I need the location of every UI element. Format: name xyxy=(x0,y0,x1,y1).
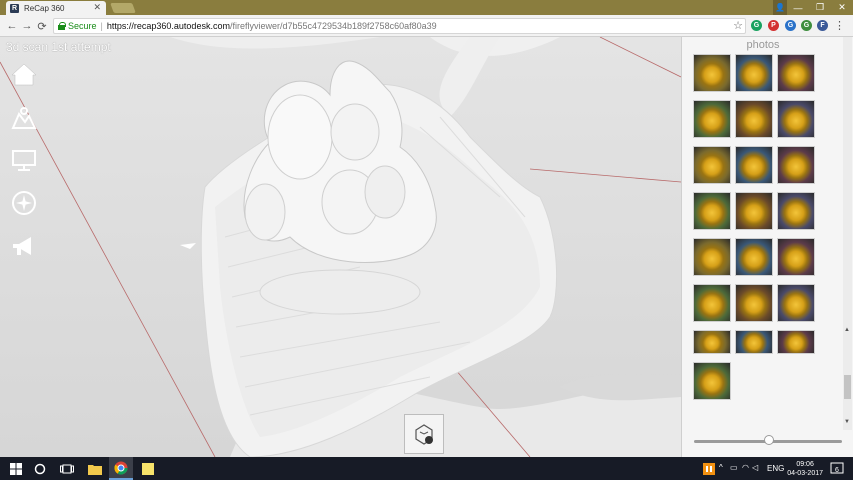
clock-time: 09:06 xyxy=(796,461,814,468)
tab-title: ReCap 360 xyxy=(24,3,65,13)
lock-icon xyxy=(58,22,66,30)
show-hidden-icons-icon[interactable]: ^ xyxy=(719,463,723,472)
facebook-extension-icon[interactable]: F xyxy=(817,20,828,31)
display-icon[interactable] xyxy=(9,145,39,175)
scan-model-scene[interactable] xyxy=(0,37,681,457)
url-host: https://recap360.autodesk.com xyxy=(106,21,230,31)
photo-thumbnail[interactable] xyxy=(735,330,773,354)
windows-taskbar: ^ ▭ ◠ ◁ ENG 09:06 04-03-2017 6 xyxy=(0,457,853,480)
chrome-icon[interactable] xyxy=(109,457,133,480)
home-icon[interactable] xyxy=(9,59,39,89)
3d-viewer[interactable]: 3d scan 1st attempt xyxy=(0,37,681,457)
tab-close-icon[interactable]: ✕ xyxy=(93,2,101,13)
photo-thumbnail[interactable] xyxy=(693,284,731,322)
scan-title: 3d scan 1st attempt xyxy=(6,40,111,54)
notification-count: 6 xyxy=(835,467,839,474)
megaphone-icon[interactable] xyxy=(9,231,39,261)
forward-icon[interactable]: → xyxy=(20,19,34,33)
secure-label: Secure xyxy=(68,21,97,31)
compass-icon[interactable] xyxy=(9,188,39,218)
restore-button[interactable]: ❐ xyxy=(809,0,831,15)
browser-menu-icon[interactable]: ⋮ xyxy=(834,19,845,32)
photo-thumbnail[interactable] xyxy=(735,192,773,230)
url-path: /fireflyviewer/d7b55c4729534b189f2758c60… xyxy=(229,21,437,31)
photo-thumbnail[interactable] xyxy=(735,146,773,184)
battery-icon[interactable]: ▭ xyxy=(730,463,738,472)
scroll-up-arrow-icon[interactable]: ▲ xyxy=(844,327,850,333)
task-view-icon[interactable] xyxy=(55,457,79,480)
address-bar[interactable]: Secure | https://recap360.autodesk.com /… xyxy=(53,18,746,34)
new-tab-button[interactable] xyxy=(110,3,136,13)
address-separator: | xyxy=(100,21,103,31)
browser-toolbar: ← → ⟳ Secure | https://recap360.autodesk… xyxy=(0,15,853,37)
photo-thumbnail[interactable] xyxy=(693,362,731,400)
photo-thumbnail[interactable] xyxy=(777,238,815,276)
photos-panel: photos ▲ ▼ xyxy=(681,37,853,457)
pinterest-extension-icon[interactable]: P xyxy=(768,20,779,31)
photo-thumbnail[interactable] xyxy=(693,330,731,354)
tray-app-icon[interactable] xyxy=(702,457,716,480)
file-explorer-icon[interactable] xyxy=(83,457,107,480)
scroll-down-arrow-icon[interactable]: ▼ xyxy=(844,419,850,425)
browser-titlebar: R ReCap 360 ✕ 👤 — ❐ ✕ xyxy=(0,0,853,15)
user-icon[interactable]: 👤 xyxy=(773,0,787,15)
view-cube-icon[interactable] xyxy=(404,414,444,454)
language-indicator[interactable]: ENG xyxy=(767,464,784,473)
taskbar-clock[interactable]: 09:06 04-03-2017 xyxy=(787,460,823,478)
photo-thumbnail[interactable] xyxy=(693,192,731,230)
notification-center-icon[interactable]: 6 xyxy=(827,457,847,480)
photo-thumbnail[interactable] xyxy=(777,146,815,184)
extension-icon-3[interactable]: G xyxy=(785,20,796,31)
photo-thumbnail[interactable] xyxy=(735,284,773,322)
tab-recap360[interactable]: R ReCap 360 ✕ xyxy=(6,1,106,15)
scrollbar-thumb[interactable] xyxy=(844,375,851,399)
wifi-icon[interactable]: ◠ xyxy=(742,463,749,472)
close-window-button[interactable]: ✕ xyxy=(831,0,853,15)
photos-title: photos xyxy=(746,39,780,51)
photo-thumbnail[interactable] xyxy=(777,100,815,138)
start-icon[interactable] xyxy=(4,457,28,480)
recap-favicon-icon: R xyxy=(10,3,19,13)
photo-thumbnail[interactable] xyxy=(777,54,815,92)
photo-thumbnail[interactable] xyxy=(693,238,731,276)
back-icon[interactable]: ← xyxy=(5,19,19,33)
minimize-button[interactable]: — xyxy=(787,0,809,15)
sticky-notes-icon[interactable] xyxy=(136,457,160,480)
photo-thumbnail[interactable] xyxy=(777,330,815,354)
photo-thumbnail[interactable] xyxy=(735,238,773,276)
photo-thumbnail[interactable] xyxy=(693,54,731,92)
photo-thumbnail[interactable] xyxy=(693,100,731,138)
extension-icon-4[interactable]: G xyxy=(801,20,812,31)
volume-icon[interactable]: ◁ xyxy=(752,463,758,472)
photo-thumbnail[interactable] xyxy=(735,54,773,92)
photos-scrollbar[interactable]: ▲ ▼ xyxy=(843,37,852,430)
photo-thumbnail[interactable] xyxy=(777,284,815,322)
photo-thumbnail[interactable] xyxy=(777,192,815,230)
terrain-icon[interactable] xyxy=(9,103,39,133)
photo-size-slider-knob[interactable] xyxy=(764,435,774,445)
photo-thumbnail[interactable] xyxy=(693,146,731,184)
photo-thumbnail[interactable] xyxy=(735,100,773,138)
grammarly-extension-icon[interactable]: G xyxy=(751,20,762,31)
clock-date: 04-03-2017 xyxy=(787,470,823,477)
bookmark-star-icon[interactable]: ☆ xyxy=(733,19,743,32)
reload-icon[interactable]: ⟳ xyxy=(35,19,49,33)
cortana-icon[interactable] xyxy=(28,457,52,480)
